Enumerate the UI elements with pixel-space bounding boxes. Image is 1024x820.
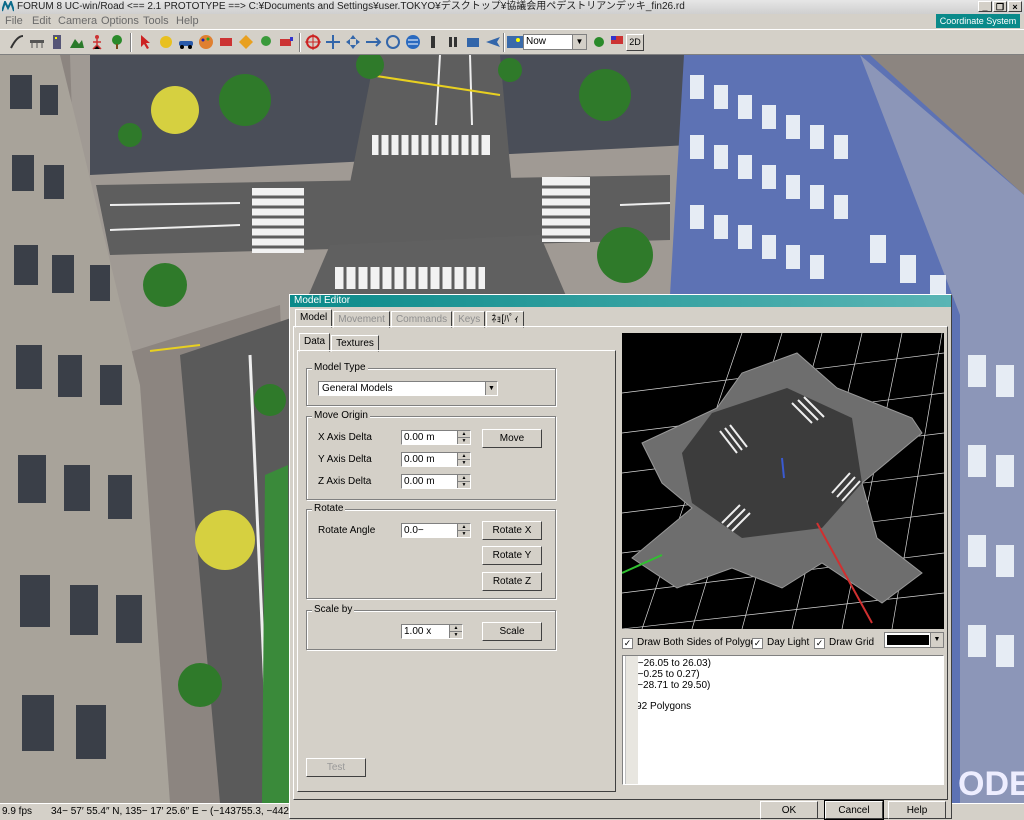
fps-readout: 9.9 fps xyxy=(2,806,33,817)
rotate-x-button[interactable]: Rotate X xyxy=(482,521,542,540)
pan-camera-icon[interactable] xyxy=(344,33,362,51)
rotate-group-title: Rotate xyxy=(312,503,346,514)
building-tool-icon[interactable] xyxy=(48,33,66,51)
orbit-camera-icon[interactable] xyxy=(384,33,402,51)
chevron-down-icon[interactable]: ▼ xyxy=(572,35,586,49)
app-logo-icon xyxy=(2,1,14,12)
rotate-z-button[interactable]: Rotate Z xyxy=(482,572,542,591)
scale-group-title: Scale by xyxy=(312,604,355,615)
spinner-icon[interactable]: ▲ ▼ xyxy=(457,524,470,537)
paint-tool-icon[interactable] xyxy=(277,33,295,51)
scale-factor-field[interactable]: 1.00 x ▲ ▼ xyxy=(401,624,463,639)
model-tool-icon[interactable] xyxy=(157,33,175,51)
info-scrollbar[interactable] xyxy=(625,656,638,784)
road-tool-icon[interactable] xyxy=(8,33,26,51)
menu-options[interactable]: Options xyxy=(101,14,139,29)
scale-button[interactable]: Scale xyxy=(482,622,542,641)
color-swatch xyxy=(887,635,929,645)
intersection-model-render xyxy=(622,333,944,629)
ok-button[interactable]: OK xyxy=(760,801,818,819)
model-editor-dialog: Model Editor Model Movement Commands Key… xyxy=(289,294,952,820)
menu-camera[interactable]: Camera xyxy=(58,14,97,29)
move-button[interactable]: Move xyxy=(482,429,542,448)
rotate-y-button[interactable]: Rotate Y xyxy=(482,546,542,565)
sign-tool-icon[interactable] xyxy=(237,33,255,51)
geo-coordinates-readout: 34− 57′ 55.4″ N, 135− 17′ 25.6″ E − (−14… xyxy=(51,806,309,817)
airplane-icon[interactable] xyxy=(484,33,502,51)
chevron-down-icon[interactable]: ▼ xyxy=(485,382,497,395)
draw-grid-checkbox[interactable]: ✓ Draw Grid xyxy=(814,637,874,649)
background-color-picker[interactable]: ▼ xyxy=(884,632,944,648)
move-camera-icon[interactable] xyxy=(324,33,342,51)
spinner-icon[interactable]: ▲ ▼ xyxy=(457,453,470,466)
x-axis-delta-field[interactable]: 0.00 m ▲ ▼ xyxy=(401,430,471,445)
time-of-day-select[interactable]: Now ▼ xyxy=(523,34,587,50)
toolbar: Now ▼ 2D xyxy=(0,29,1024,55)
model-preview[interactable] xyxy=(622,333,944,629)
z-axis-delta-label: Z Axis Delta xyxy=(318,476,372,487)
title-bar: FORUM 8 UC-win/Road <== 2.1 PROTOTYPE ==… xyxy=(0,0,1024,15)
checkmark-icon: ✓ xyxy=(814,638,825,649)
z-axis-delta-field[interactable]: 0.00 m ▲ ▼ xyxy=(401,474,471,489)
walk-icon[interactable] xyxy=(424,33,442,51)
zoom-camera-icon[interactable] xyxy=(364,33,382,51)
view-2d-button[interactable]: 2D xyxy=(626,34,644,51)
cancel-button[interactable]: Cancel xyxy=(824,800,884,820)
menu-file[interactable]: File xyxy=(5,14,23,29)
bridge-tool-icon[interactable] xyxy=(28,33,46,51)
checkmark-icon: ✓ xyxy=(622,638,633,649)
select-tool-icon[interactable] xyxy=(137,33,155,51)
target-tool-icon[interactable] xyxy=(304,33,322,51)
window-title: FORUM 8 UC-win/Road <== 2.1 PROTOTYPE ==… xyxy=(17,1,685,12)
chevron-down-icon[interactable]: ▼ xyxy=(930,633,943,647)
x-axis-delta-label: X Axis Delta xyxy=(318,432,372,443)
spinner-icon[interactable]: ▲ ▼ xyxy=(457,431,470,444)
close-button[interactable]: × xyxy=(1008,1,1022,12)
spinner-icon[interactable]: ▲ ▼ xyxy=(457,475,470,488)
terrain-tool-icon[interactable] xyxy=(68,33,86,51)
minimize-button[interactable]: _ xyxy=(978,1,992,12)
y-axis-delta-label: Y Axis Delta xyxy=(318,454,372,465)
draw-both-sides-checkbox[interactable]: ✓ Draw Both Sides of Polygon xyxy=(622,637,762,649)
person-tool-icon[interactable] xyxy=(88,33,106,51)
coordinate-system-indicator[interactable]: Coordinate System 6 xyxy=(936,14,1020,40)
test-button[interactable]: Test xyxy=(306,758,366,777)
model-type-select[interactable]: General Models ▼ xyxy=(318,381,498,396)
palette-tool-icon[interactable] xyxy=(197,33,215,51)
time-of-day-icon[interactable] xyxy=(506,33,524,51)
model-type-group-title: Model Type xyxy=(312,362,368,373)
globe-icon[interactable] xyxy=(404,33,422,51)
rotate-angle-label: Rotate Angle xyxy=(318,525,376,536)
tree-tool-icon[interactable] xyxy=(108,33,126,51)
y-axis-delta-field[interactable]: 0.00 m ▲ ▼ xyxy=(401,452,471,467)
dialog-title: Model Editor xyxy=(290,295,951,307)
vehicle-view-icon[interactable] xyxy=(464,33,482,51)
spinner-icon[interactable]: ▲ ▼ xyxy=(449,625,462,638)
menu-edit[interactable]: Edit xyxy=(32,14,51,29)
plant-tool-icon[interactable] xyxy=(257,33,275,51)
menu-tools[interactable]: Tools xyxy=(143,14,169,29)
vehicle-tool-icon[interactable] xyxy=(217,33,235,51)
pause-icon[interactable] xyxy=(444,33,462,51)
help-button[interactable]: Help xyxy=(888,801,946,819)
restore-button[interactable]: ❐ xyxy=(993,1,1007,12)
checkmark-icon: ✓ xyxy=(752,638,763,649)
car-tool-icon[interactable] xyxy=(177,33,195,51)
flag-icon[interactable] xyxy=(608,33,626,51)
menu-help[interactable]: Help xyxy=(176,14,199,29)
weather-icon[interactable] xyxy=(590,33,608,51)
watermark: ODE xyxy=(958,765,1024,803)
rotate-angle-field[interactable]: 0.0− ▲ ▼ xyxy=(401,523,471,538)
move-origin-group-title: Move Origin xyxy=(312,410,370,421)
day-light-checkbox[interactable]: ✓ Day Light xyxy=(752,637,809,649)
menu-bar: File Edit Camera Options Tools Help xyxy=(0,14,1024,29)
model-info-box[interactable]: X (−26.05 to 26.03) Y (−0.25 to 0.27) Z … xyxy=(622,655,944,785)
